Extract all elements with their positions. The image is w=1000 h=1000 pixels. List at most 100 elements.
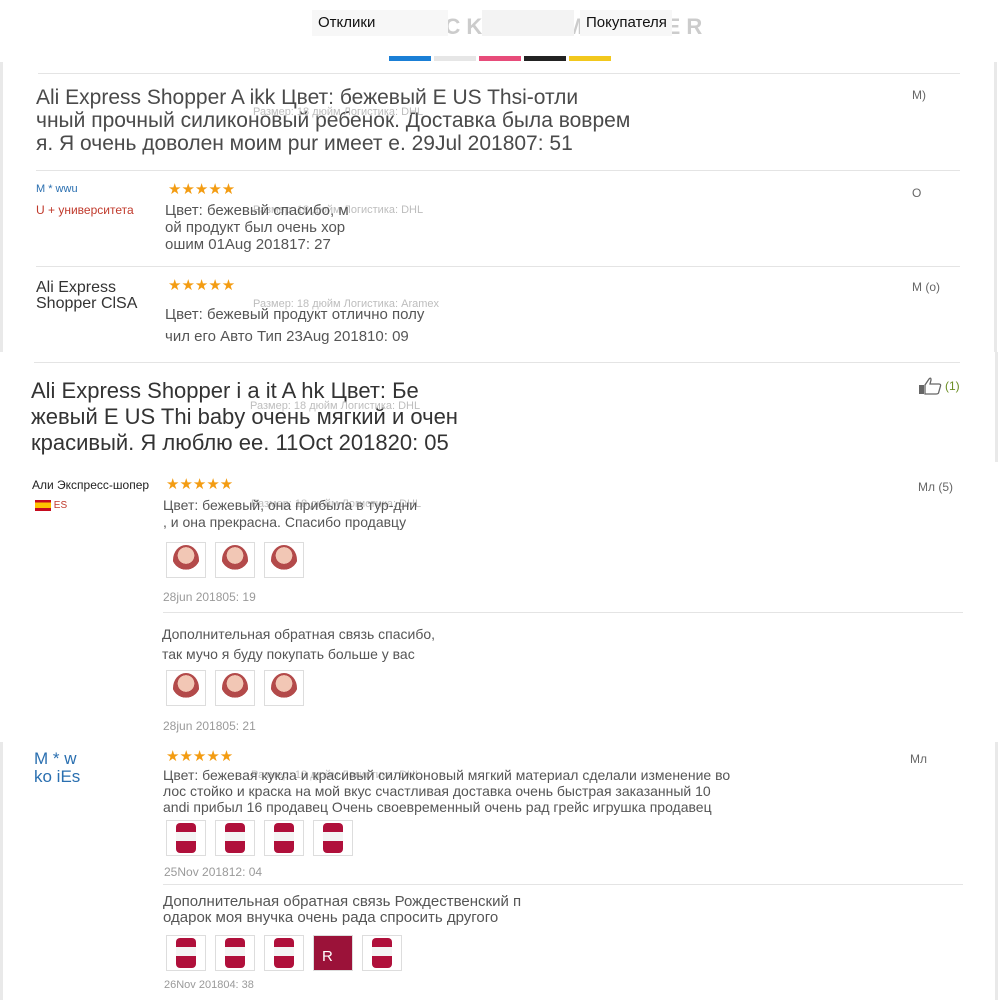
tab-buyer[interactable]: Покупателя bbox=[580, 10, 672, 36]
review-4-user: Али Экспресс-шопер ES bbox=[32, 478, 149, 511]
right-border bbox=[994, 62, 997, 352]
review-5-text: Цвет: бежевая кукла и красивый силиконов… bbox=[163, 767, 730, 815]
review-text-line: ошим 01Aug 201817: 27 bbox=[165, 236, 331, 253]
review-1-user: М * wwu U + университета bbox=[36, 183, 166, 217]
doll-photo-icon bbox=[274, 823, 294, 853]
right-border bbox=[995, 742, 998, 1000]
helpful-count[interactable]: Мл (5) bbox=[918, 480, 953, 494]
user-country: ES bbox=[53, 500, 68, 512]
helpful-count[interactable]: М (о) bbox=[912, 280, 940, 294]
doll-photo-icon bbox=[222, 673, 248, 703]
review-date: 28jun 201805: 19 bbox=[163, 590, 256, 604]
review-photo-thumbnail[interactable] bbox=[166, 542, 206, 578]
user-name[interactable]: Али Экспресс-шопер bbox=[32, 478, 149, 492]
color-stripe bbox=[389, 56, 431, 61]
review-photo-thumbnail[interactable] bbox=[264, 935, 304, 971]
tab-blank[interactable] bbox=[482, 10, 574, 36]
doll-photo-icon bbox=[173, 545, 199, 575]
tab-reviews[interactable]: Отклики bbox=[312, 10, 448, 36]
followup-text-line: одарок моя внучка очень рада спросить др… bbox=[163, 909, 499, 926]
review-photo-thumbnail[interactable] bbox=[166, 670, 206, 706]
doll-photo-icon bbox=[271, 673, 297, 703]
review-photo-thumbnail[interactable] bbox=[362, 935, 402, 971]
user-name[interactable]: Shopper ClSA bbox=[36, 296, 137, 312]
review-0: Размер: 18 дюйм Логистика: DHL Ali Expre… bbox=[36, 86, 676, 155]
review-photo-thumbnail[interactable] bbox=[264, 670, 304, 706]
color-stripe bbox=[479, 56, 521, 61]
divider bbox=[163, 884, 963, 885]
doll-photo-icon bbox=[225, 938, 245, 968]
doll-photo-icon bbox=[176, 823, 196, 853]
review-text-line: чил его Авто Тип 23Aug 201810: 09 bbox=[165, 328, 409, 345]
helpful-count[interactable]: М) bbox=[912, 88, 926, 102]
color-stripes bbox=[389, 48, 614, 66]
followup-photos bbox=[166, 670, 304, 706]
followup-date: 26Nov 201804: 38 bbox=[164, 979, 254, 991]
review-meta: Размер: 18 дюйм Логистика: DHL bbox=[253, 106, 424, 118]
doll-photo-icon bbox=[173, 673, 199, 703]
rating-stars: ★★★★★ bbox=[168, 181, 236, 198]
review-4-text: Цвет: бежевый, она прибыла в тур-дни , и… bbox=[163, 497, 417, 531]
doll-photo-icon bbox=[323, 823, 343, 853]
review-text-line: красивый. Я люблю ее. 11Oct 201820: 05 bbox=[31, 430, 449, 455]
review-4-followup: Дополнительная обратная связь спасибо, т… bbox=[162, 624, 435, 664]
doll-photo-icon bbox=[274, 938, 294, 968]
review-photo-thumbnail[interactable] bbox=[215, 820, 255, 856]
color-stripe bbox=[524, 56, 566, 61]
helpful-count[interactable]: Мл bbox=[910, 752, 927, 766]
followup-text-line: Дополнительная обратная связь спасибо, bbox=[162, 626, 436, 642]
review-photo-thumbnail[interactable] bbox=[313, 820, 353, 856]
divider bbox=[34, 362, 960, 363]
review-3: Размер: 18 дюйм Логистика: DHL Ali Expre… bbox=[31, 378, 501, 456]
like-button[interactable]: (1) bbox=[918, 377, 960, 395]
doll-photo-icon bbox=[271, 545, 297, 575]
user-name[interactable]: ko iEs bbox=[34, 768, 80, 786]
color-stripe bbox=[434, 56, 476, 61]
followup-text-line: так мучо я буду покупать больше у вас bbox=[162, 646, 415, 662]
review-photo-thumbnail[interactable]: R bbox=[313, 935, 353, 971]
left-border bbox=[0, 62, 3, 352]
review-meta: Размер: 18 дюйм Логистика: DHL bbox=[250, 400, 421, 412]
review-photo-thumbnail[interactable] bbox=[264, 542, 304, 578]
review-photo-thumbnail[interactable] bbox=[215, 542, 255, 578]
review-5-user: М * w ko iEs bbox=[34, 750, 80, 786]
divider bbox=[36, 266, 960, 267]
review-text-line: andi прибыл 16 продавец Очень своевремен… bbox=[163, 799, 712, 815]
review-photo-thumbnail[interactable] bbox=[215, 935, 255, 971]
user-name[interactable]: Ali Express bbox=[36, 280, 137, 296]
divider bbox=[38, 73, 960, 74]
review-photo-thumbnail[interactable] bbox=[264, 820, 304, 856]
right-border bbox=[995, 352, 998, 462]
user-name[interactable]: М * wwu bbox=[36, 183, 166, 195]
doll-photo-icon bbox=[176, 938, 196, 968]
doll-photo-icon bbox=[372, 938, 392, 968]
review-text-line: Цвет: бежевая кукла и красивый силиконов… bbox=[163, 767, 731, 783]
review-text-line: ой продукт был очень хор bbox=[165, 219, 346, 236]
review-photo-thumbnail[interactable] bbox=[166, 935, 206, 971]
review-photos bbox=[166, 542, 304, 578]
user-name[interactable]: М * w bbox=[34, 750, 80, 768]
divider bbox=[163, 612, 963, 613]
review-photos bbox=[166, 820, 353, 856]
review-date: 25Nov 201812: 04 bbox=[164, 865, 263, 879]
review-2-user: Ali Express Shopper ClSA bbox=[36, 280, 137, 312]
review-photo-thumbnail[interactable] bbox=[215, 670, 255, 706]
tab-bar: FEEDBACK FROM BUYER Отклики Покупателя bbox=[0, 0, 1000, 62]
user-country-row: ES bbox=[35, 500, 149, 511]
review-text-line: Цвет: бежевый, она прибыла в тур-дни bbox=[163, 497, 418, 513]
doll-photo-icon bbox=[225, 823, 245, 853]
doll-photo-icon bbox=[222, 545, 248, 575]
rating-stars: ★★★★★ bbox=[166, 748, 234, 765]
thumbs-up-icon bbox=[919, 377, 942, 395]
followup-date: 28jun 201805: 21 bbox=[163, 719, 256, 733]
left-border bbox=[0, 742, 3, 1000]
helpful-count[interactable]: О bbox=[912, 186, 921, 200]
review-photo-thumbnail[interactable] bbox=[166, 820, 206, 856]
review-text-line: , и она прекрасна. Спасибо продавцу bbox=[163, 514, 407, 530]
like-count: (1) bbox=[945, 379, 960, 393]
rating-stars: ★★★★★ bbox=[168, 277, 236, 294]
review-5-followup: Дополнительная обратная связь Рождествен… bbox=[163, 894, 521, 926]
photo-badge: R bbox=[322, 948, 333, 965]
review-text-line: Цвет: бежевый продукт отлично полу bbox=[165, 306, 425, 323]
review-2-text: Цвет: бежевый продукт отлично полу чил е… bbox=[165, 302, 424, 346]
